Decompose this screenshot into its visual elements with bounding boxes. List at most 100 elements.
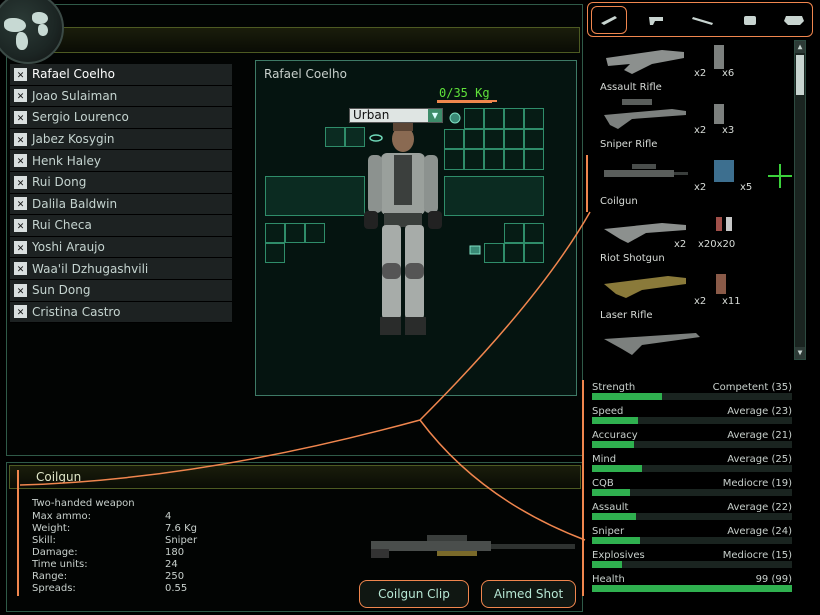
inventory-item-riot-shotgun[interactable]: Riot Shotgun x2 x20x20 (600, 209, 780, 266)
roster-item[interactable]: ✕ Sun Dong (10, 279, 232, 302)
leg-grid[interactable] (484, 223, 544, 263)
attribute-row: Speed Average (23) (590, 404, 794, 428)
item-name: Riot Shotgun (600, 253, 665, 264)
checkbox[interactable]: ✕ (14, 89, 27, 103)
attribute-row: CQB Mediocre (19) (590, 476, 794, 500)
tab-grenades[interactable] (732, 6, 768, 34)
roster-name: Yoshi Araujo (32, 240, 105, 255)
coilgun-image (371, 535, 575, 558)
attribute-bar (592, 513, 792, 520)
roster-name: Waa'il Dzhugashvili (32, 261, 149, 276)
roster-item[interactable]: ✕ Yoshi Araujo (10, 236, 232, 259)
attribute-bar-fill (592, 441, 634, 448)
stat-row: Spreads: 0.55 (32, 583, 197, 595)
roster-name: Dalila Baldwin (32, 196, 118, 211)
backpack-grid[interactable] (444, 108, 544, 170)
roster-item[interactable]: ✕ Sergio Lourenco (10, 107, 232, 129)
roster-item[interactable]: ✕ Rui Checa (10, 215, 232, 237)
checkbox[interactable]: ✕ (14, 262, 27, 276)
attribute-row: Health 99 (99) (590, 572, 794, 596)
inventory-category-tabs (587, 2, 813, 37)
tab-launchers[interactable] (685, 6, 721, 34)
inventory-item-assault-rifle[interactable]: Assault Rifle x2 x6 (600, 38, 780, 95)
item-name: Assault Rifle (600, 82, 662, 93)
checkbox[interactable]: ✕ (14, 110, 27, 124)
checkbox[interactable]: ✕ (14, 197, 27, 211)
checkbox[interactable]: ✕ (14, 175, 27, 189)
scroll-thumb[interactable] (796, 55, 804, 95)
roster-item[interactable]: ✕ Rui Dong (10, 171, 232, 194)
inventory-item-laser-rifle[interactable]: Laser Rifle x2 x11 (600, 266, 780, 323)
weapon-count: x2 (694, 68, 707, 79)
attribute-bar (592, 417, 792, 424)
stat-value: 7.6 Kg (165, 523, 197, 534)
checkbox[interactable]: ✕ (14, 283, 27, 297)
inventory-item-coilgun[interactable]: Coilgun x2 x5 (600, 152, 780, 209)
equipment-panel: Rafael Coelho 0/35 Kg Urban ▼ (255, 60, 577, 396)
attribute-bar (592, 441, 792, 448)
belt-grid[interactable] (265, 223, 325, 263)
attribute-bar-fill (592, 465, 642, 472)
attribute-value: Average (21) (727, 430, 792, 441)
ammo-clip-image (714, 45, 724, 69)
armour-value: Urban (353, 108, 390, 122)
attribute-value: Competent (35) (712, 382, 792, 393)
left-hand-slot[interactable] (265, 176, 365, 216)
roster-item[interactable]: ✕ Joao Sulaiman (10, 85, 232, 108)
attribute-value: Average (23) (727, 406, 792, 417)
inventory-item-sniper-rifle[interactable]: Sniper Rifle x2 x3 (600, 95, 780, 152)
weapon-name: Coilgun (36, 470, 82, 484)
checkbox[interactable]: ✕ (14, 67, 27, 81)
inventory-item-partial[interactable] (600, 323, 780, 360)
roster-item[interactable]: ✕ Rafael Coelho (10, 64, 232, 86)
roster-item[interactable]: ✕ Cristina Castro (10, 301, 232, 324)
shell-image (716, 217, 732, 231)
inventory-list: Assault Rifle x2 x6 Sniper Rifle x2 x3 C… (590, 38, 810, 360)
attribute-bar-fill (592, 513, 636, 520)
inventory-scrollbar[interactable]: ▲ ▼ (794, 40, 806, 360)
attribute-row: Strength Competent (35) (590, 380, 794, 404)
roster-item[interactable]: ✕ Jabez Kosygin (10, 128, 232, 151)
checkbox[interactable]: ✕ (14, 305, 27, 319)
soldier-figure (364, 123, 442, 335)
roster-item[interactable]: ✕ Dalila Baldwin (10, 193, 232, 216)
armour-icon (784, 16, 804, 25)
stat-row: Max ammo: 4 (32, 511, 197, 523)
ammo-button[interactable]: Coilgun Clip (359, 580, 469, 608)
roster-item[interactable]: ✕ Waa'il Dzhugashvili (10, 258, 232, 280)
attribute-bar-fill (592, 585, 792, 592)
checkbox[interactable]: ✕ (14, 132, 27, 146)
stat-label: Spreads: (32, 583, 76, 594)
roster-name: Joao Sulaiman (32, 88, 118, 103)
attribute-value: 99 (99) (755, 574, 792, 585)
right-hand-slot[interactable] (444, 176, 544, 216)
attribute-name: Strength (592, 382, 636, 393)
attribute-name: Mind (592, 454, 617, 465)
checkbox[interactable]: ✕ (14, 240, 27, 254)
checkbox[interactable]: ✕ (14, 218, 27, 232)
attribute-value: Average (25) (727, 454, 792, 465)
stat-row: Weight: 7.6 Kg (32, 523, 197, 535)
checkbox[interactable]: ✕ (14, 154, 27, 168)
assault-rifle-image (606, 50, 684, 74)
tab-pistols[interactable] (638, 6, 674, 34)
tab-rifles[interactable] (591, 6, 627, 34)
roster-name: Henk Haley (32, 153, 101, 168)
equip-slot[interactable] (325, 127, 345, 147)
crosshair-icon (768, 164, 792, 188)
scroll-down-icon[interactable]: ▼ (795, 347, 805, 359)
weapon-count: x2 (694, 296, 707, 307)
header-bar (8, 27, 580, 53)
attribute-value: Mediocre (15) (722, 550, 792, 561)
attribute-bar-fill (592, 417, 638, 424)
stat-row: Skill: Sniper (32, 535, 197, 547)
attribute-bar (592, 561, 792, 568)
roster-name: Rui Checa (32, 218, 92, 233)
roster-item[interactable]: ✕ Henk Haley (10, 150, 232, 172)
scroll-up-icon[interactable]: ▲ (795, 41, 805, 53)
attribute-row: Mind Average (25) (590, 452, 794, 476)
fire-mode-button[interactable]: Aimed Shot (481, 580, 576, 608)
tab-armour[interactable] (776, 6, 812, 34)
roster-name: Sergio Lourenco (32, 110, 129, 125)
attribute-bar (592, 465, 792, 472)
